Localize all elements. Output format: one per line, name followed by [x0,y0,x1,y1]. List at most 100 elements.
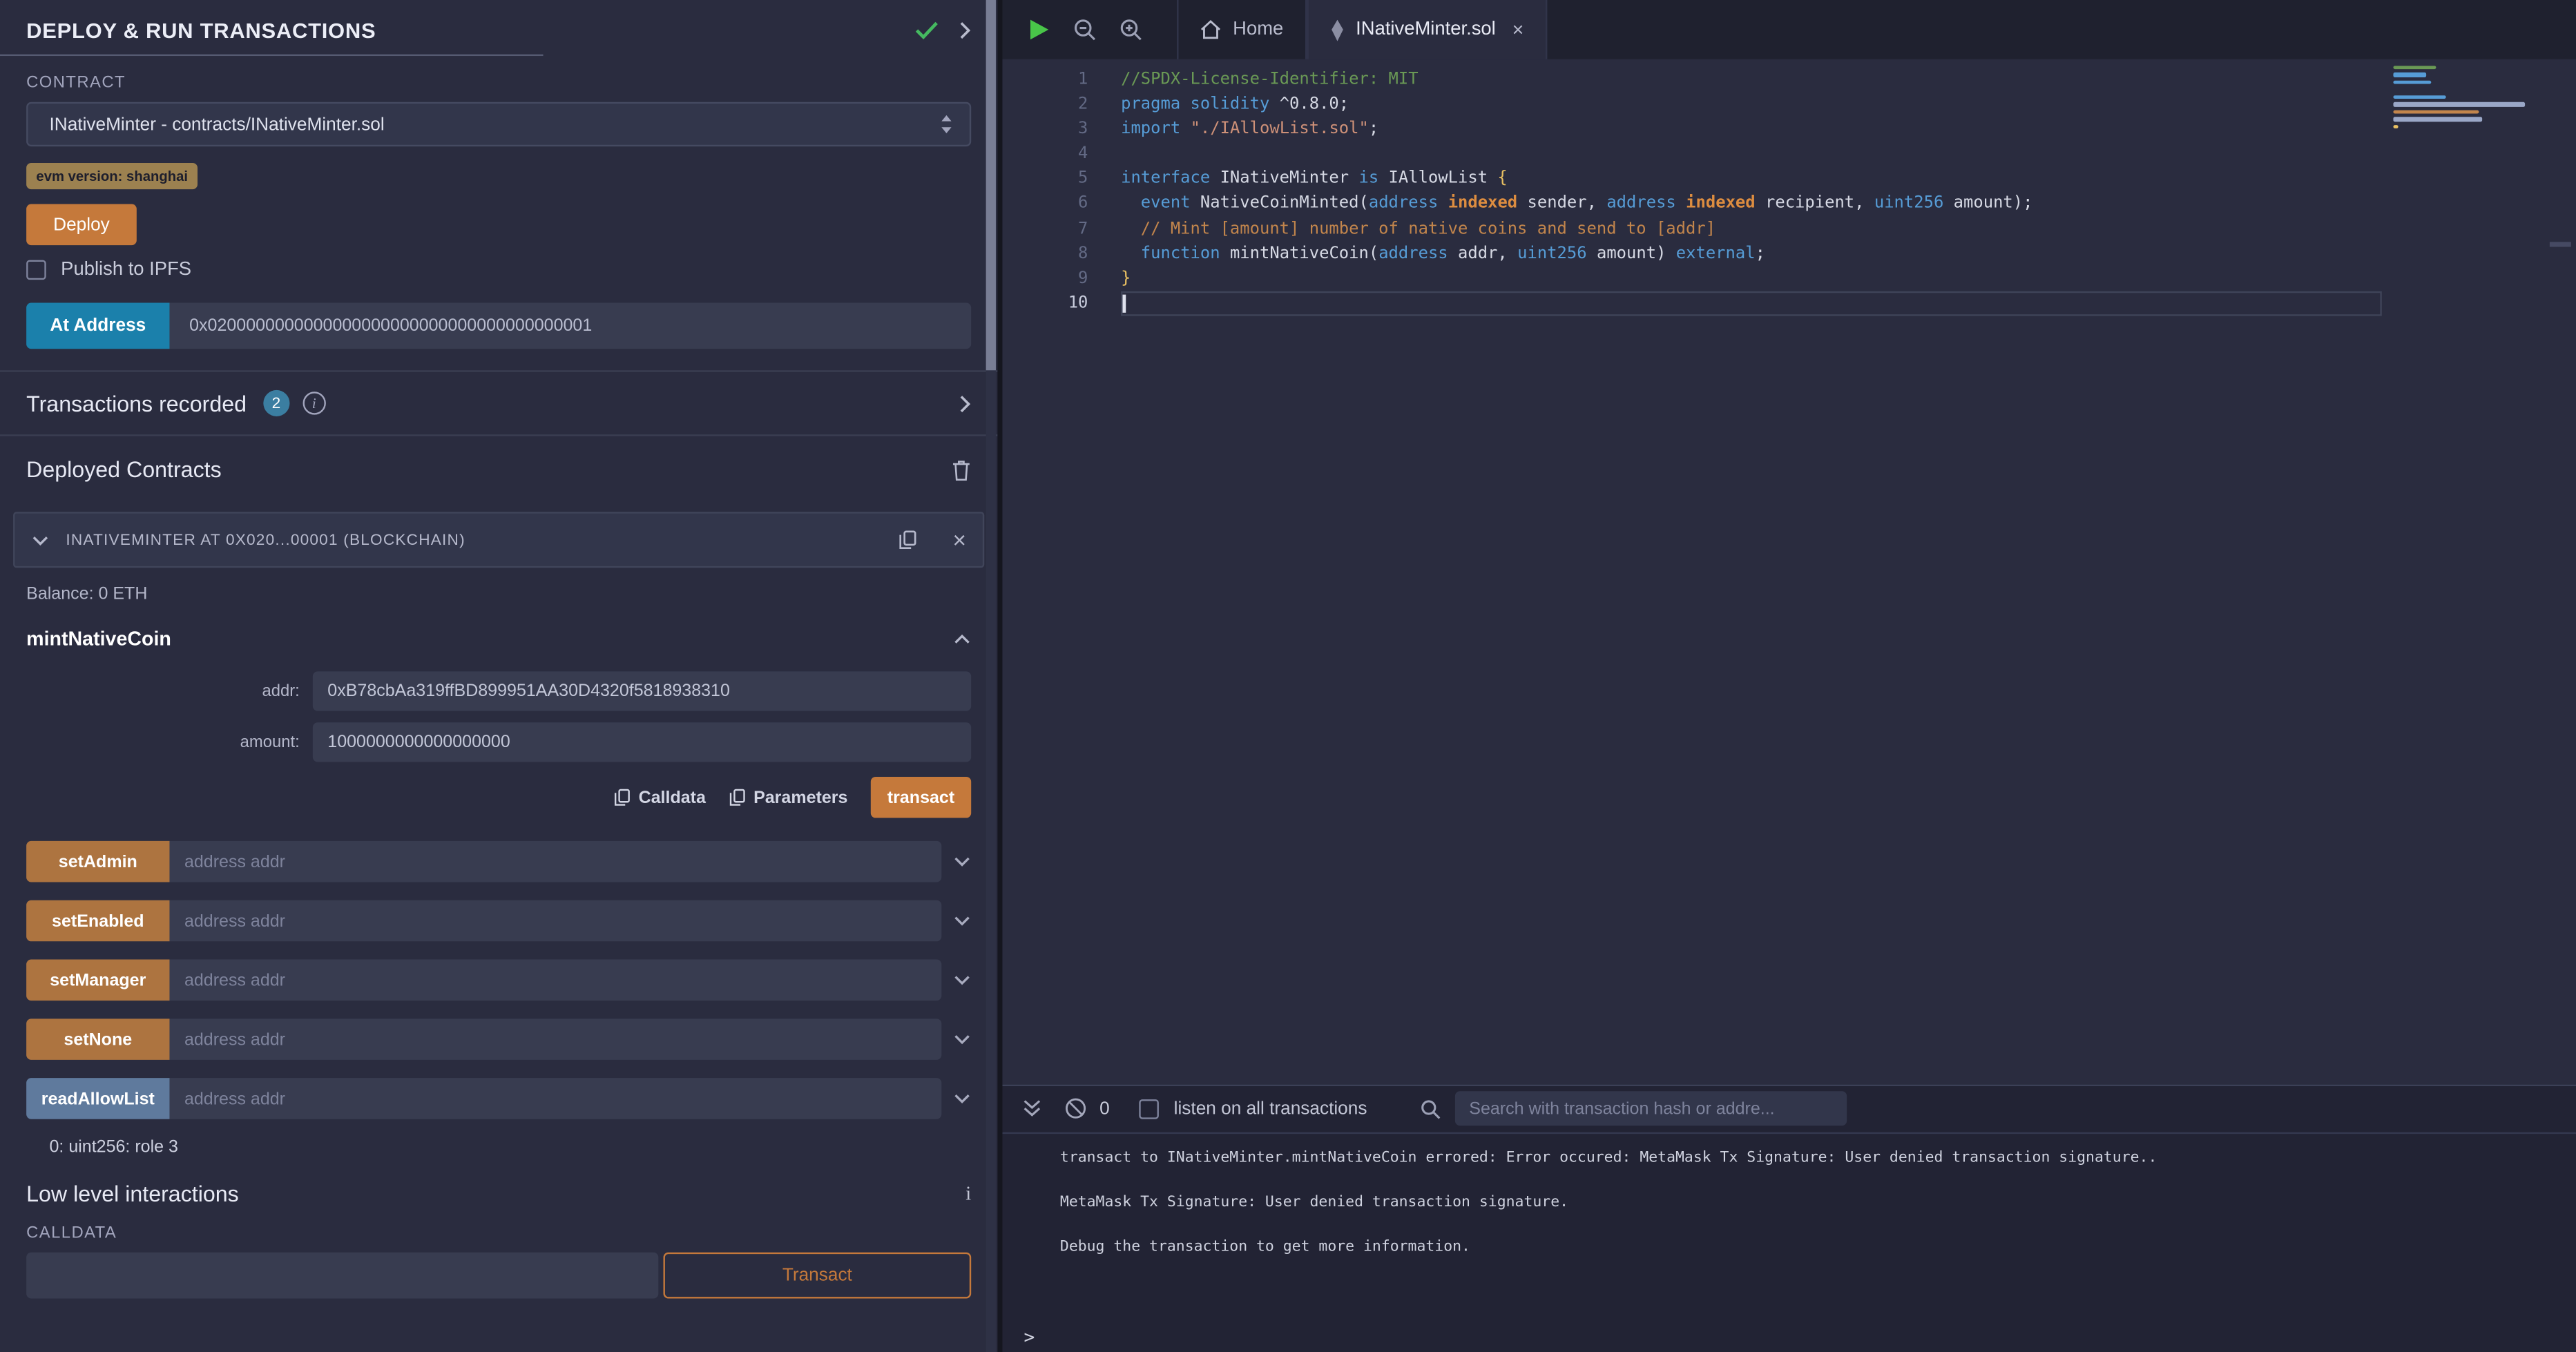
at-address-button[interactable]: At Address [26,303,169,349]
low-level-header: Low level interactions i [26,1181,971,1206]
panel-scrollbar-thumb[interactable] [986,0,996,370]
line-number: 7 [1002,217,1088,242]
field-input-amount[interactable] [313,722,971,762]
copy-icon[interactable] [898,530,916,550]
deployed-contract-header[interactable]: INATIVEMINTER AT 0X020...00001 (BLOCKCHA… [13,512,984,568]
field-label-amount: amount: [26,733,313,751]
at-address-input[interactable] [169,303,971,349]
chevron-down-icon[interactable] [953,1034,971,1045]
chevron-right-icon[interactable] [960,21,972,39]
call-result: 0: uint256: role 3 [50,1137,985,1157]
deployed-contracts-title: Deployed Contracts [26,458,222,483]
method-button-readAllowList[interactable]: readAllowList [26,1078,169,1119]
code-line[interactable]: // Mint [amount] number of native coins … [1121,217,2576,242]
terminal-log-line[interactable]: MetaMask Tx Signature: User denied trans… [1060,1194,2550,1210]
close-icon[interactable]: × [1512,20,1524,40]
code-lines[interactable]: //SPDX-License-Identifier: MITpragma sol… [1121,68,2576,1084]
chevron-down-icon[interactable] [953,915,971,927]
code-line[interactable]: pragma solidity ^0.8.0; [1121,93,2576,117]
calldata-label: CALLDATA [26,1224,971,1242]
publish-ipfs-row: Publish to IPFS [26,260,971,280]
method-input-setEnabled[interactable] [169,900,941,942]
chevron-up-icon[interactable] [953,632,971,644]
method-button-setAdmin[interactable]: setAdmin [26,841,169,882]
minimap-line [2393,110,2479,113]
chevron-down-icon[interactable] [31,534,49,545]
terminal-search-input[interactable] [1454,1091,1846,1126]
main-area: Home INativeMinter.sol × 12345678910 //S… [1002,0,2576,1352]
transactions-count-badge: 2 [263,390,289,416]
terminal-log-line[interactable]: transact to INativeMinter.mintNativeCoin… [1060,1150,2550,1166]
transactions-recorded-label: Transactions recorded [26,391,247,416]
line-number: 9 [1002,267,1088,291]
listen-checkbox[interactable] [1140,1099,1160,1119]
method-button-setNone[interactable]: setNone [26,1018,169,1060]
terminal-prompt[interactable]: > [1002,1326,2576,1347]
code-line[interactable]: interface INativeMinter is IAllowList { [1121,167,2576,192]
chevron-down-icon[interactable] [953,856,971,867]
zoom-in-icon[interactable] [1119,18,1142,41]
code-line[interactable]: //SPDX-License-Identifier: MIT [1121,68,2576,93]
evm-badge-wrap: evm version: shanghai [26,160,971,189]
method-input-setNone[interactable] [169,1018,941,1060]
publish-ipfs-checkbox[interactable] [26,260,46,280]
code-line[interactable]: event NativeCoinMinted(address indexed s… [1121,192,2576,217]
info-icon[interactable]: i [965,1181,971,1206]
calldata-copy-link[interactable]: Calldata [614,787,706,807]
text-cursor [1122,295,1125,313]
publish-ipfs-label: Publish to IPFS [61,260,191,280]
method-button-setManager[interactable]: setManager [26,960,169,1001]
method-button-setEnabled[interactable]: setEnabled [26,900,169,942]
method-row-setAdmin: setAdmin [26,841,971,882]
trash-icon[interactable] [952,459,972,481]
code-line[interactable] [1121,142,2576,167]
minimap[interactable] [2393,66,2535,132]
calldata-link-label: Calldata [639,787,706,807]
chevron-down-icon[interactable] [953,974,971,986]
field-input-addr[interactable] [313,671,971,711]
tab-bar: Home INativeMinter.sol × [1002,0,2576,59]
chevron-right-icon[interactable] [960,394,972,412]
transact-button[interactable]: transact [871,777,971,818]
method-row-setEnabled: setEnabled [26,900,971,942]
minimap-line [2393,125,2398,128]
method-input-setAdmin[interactable] [169,841,941,882]
method-row-setNone: setNone [26,1018,971,1060]
panel-scrollbar[interactable] [986,0,996,1352]
method-input-readAllowList[interactable] [169,1078,941,1119]
tab-home-label: Home [1233,20,1283,40]
run-icon[interactable] [1029,18,1050,41]
low-level-title: Low level interactions [26,1181,239,1206]
transactions-recorded-row: Transactions recorded 2 i [0,372,997,435]
line-number: 8 [1002,242,1088,267]
code-line[interactable]: import "./IAllowList.sol"; [1121,117,2576,142]
calldata-input[interactable] [26,1253,658,1299]
remix-ide: DEPLOY & RUN TRANSACTIONS CONTRACT INati… [0,0,2576,1352]
contract-label: CONTRACT [26,74,971,92]
close-icon[interactable]: × [953,528,967,551]
parameters-copy-link[interactable]: Parameters [729,787,847,807]
code-line[interactable]: function mintNativeCoin(address addr, ui… [1121,242,2576,267]
code-line[interactable] [1121,291,2382,316]
code-editor[interactable]: 12345678910 //SPDX-License-Identifier: M… [1002,59,2576,1084]
double-chevron-down-icon[interactable] [1022,1099,1042,1117]
terminal-log-line[interactable]: Debug the transaction to get more inform… [1060,1239,2550,1255]
editor-scrollbar[interactable] [2550,242,2571,247]
tabbar-icons [1002,0,1142,59]
method-input-setManager[interactable] [169,960,941,1001]
field-row-amount: amount: [26,722,971,762]
panel-header: DEPLOY & RUN TRANSACTIONS [0,0,997,55]
circle-slash-icon[interactable] [1065,1098,1086,1119]
tab-inativeminter[interactable]: INativeMinter.sol × [1307,0,1547,59]
low-level-transact-button[interactable]: Transact [664,1253,972,1299]
line-number: 6 [1002,192,1088,217]
function-header-row[interactable]: mintNativeCoin [26,627,971,650]
contract-select[interactable]: INativeMinter - contracts/INativeMinter.… [26,102,971,146]
info-icon[interactable]: i [302,392,325,414]
minimap-line [2393,81,2431,84]
tab-home[interactable]: Home [1177,0,1307,59]
deploy-button[interactable]: Deploy [26,204,137,246]
chevron-down-icon[interactable] [953,1093,971,1105]
zoom-out-icon[interactable] [1073,18,1096,41]
code-line[interactable]: } [1121,267,2576,291]
